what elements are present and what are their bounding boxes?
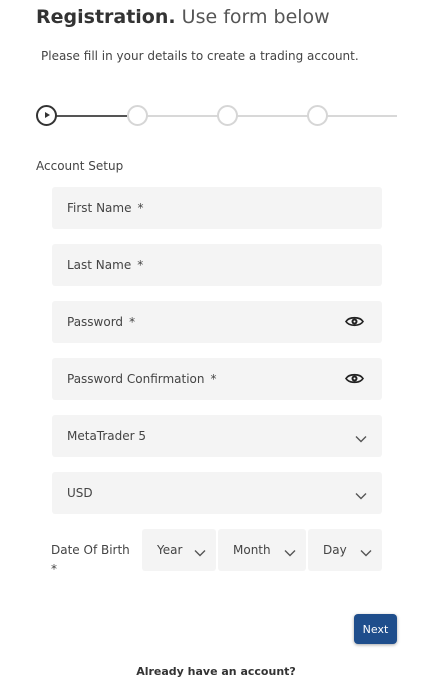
chevron-down-icon — [355, 432, 367, 446]
section-label-account-setup: Account Setup — [36, 159, 124, 173]
dob-day-value: Day — [323, 543, 347, 557]
dob-month-value: Month — [233, 543, 271, 557]
required-mark: * — [51, 562, 57, 576]
eye-icon[interactable] — [345, 372, 364, 388]
step-3-indicator — [217, 105, 238, 126]
platform-value: MetaTrader 5 — [67, 429, 147, 443]
progress-stepper — [36, 104, 397, 128]
last-name-field[interactable]: Last Name * — [52, 244, 382, 286]
title-light: Use form below — [181, 6, 330, 28]
next-button[interactable]: Next — [354, 614, 397, 644]
page-subtitle: Please fill in your details to create a … — [41, 49, 359, 63]
dob-day-select[interactable]: Day — [308, 529, 382, 571]
dob-year-select[interactable]: Year — [142, 529, 216, 571]
step-2-indicator — [127, 105, 148, 126]
password-confirmation-placeholder: Password Confirmation — [67, 372, 205, 386]
password-placeholder: Password — [67, 315, 124, 329]
step-connector-3 — [235, 115, 308, 117]
platform-select[interactable]: MetaTrader 5 — [52, 415, 382, 457]
step-connector-2 — [145, 115, 218, 117]
step-connector-1 — [53, 115, 127, 117]
dob-label-text: Date Of Birth — [51, 543, 130, 557]
chevron-down-icon — [194, 546, 206, 560]
currency-value: USD — [67, 486, 93, 500]
first-name-placeholder: First Name — [67, 201, 132, 215]
chevron-down-icon — [355, 489, 367, 503]
page-title: Registration. Use form below — [36, 6, 330, 28]
chevron-down-icon — [360, 546, 372, 560]
step-4-indicator — [307, 105, 328, 126]
chevron-down-icon — [284, 546, 296, 560]
login-prompt-link[interactable]: Already have an account? — [0, 665, 422, 678]
last-name-placeholder: Last Name — [67, 258, 132, 272]
eye-icon[interactable] — [345, 315, 364, 331]
required-mark: * — [210, 372, 217, 386]
password-confirmation-field[interactable]: Password Confirmation * — [52, 358, 382, 400]
title-bold: Registration. — [36, 6, 176, 28]
required-mark: * — [137, 201, 144, 215]
dob-month-select[interactable]: Month — [218, 529, 306, 571]
step-1-indicator — [36, 105, 57, 126]
password-field[interactable]: Password * — [52, 301, 382, 343]
required-mark: * — [137, 258, 144, 272]
dob-year-value: Year — [157, 543, 183, 557]
dob-label: Date Of Birth * — [51, 541, 131, 579]
step-connector-4 — [325, 115, 397, 117]
required-mark: * — [129, 315, 136, 329]
currency-select[interactable]: USD — [52, 472, 382, 514]
first-name-field[interactable]: First Name * — [52, 187, 382, 229]
